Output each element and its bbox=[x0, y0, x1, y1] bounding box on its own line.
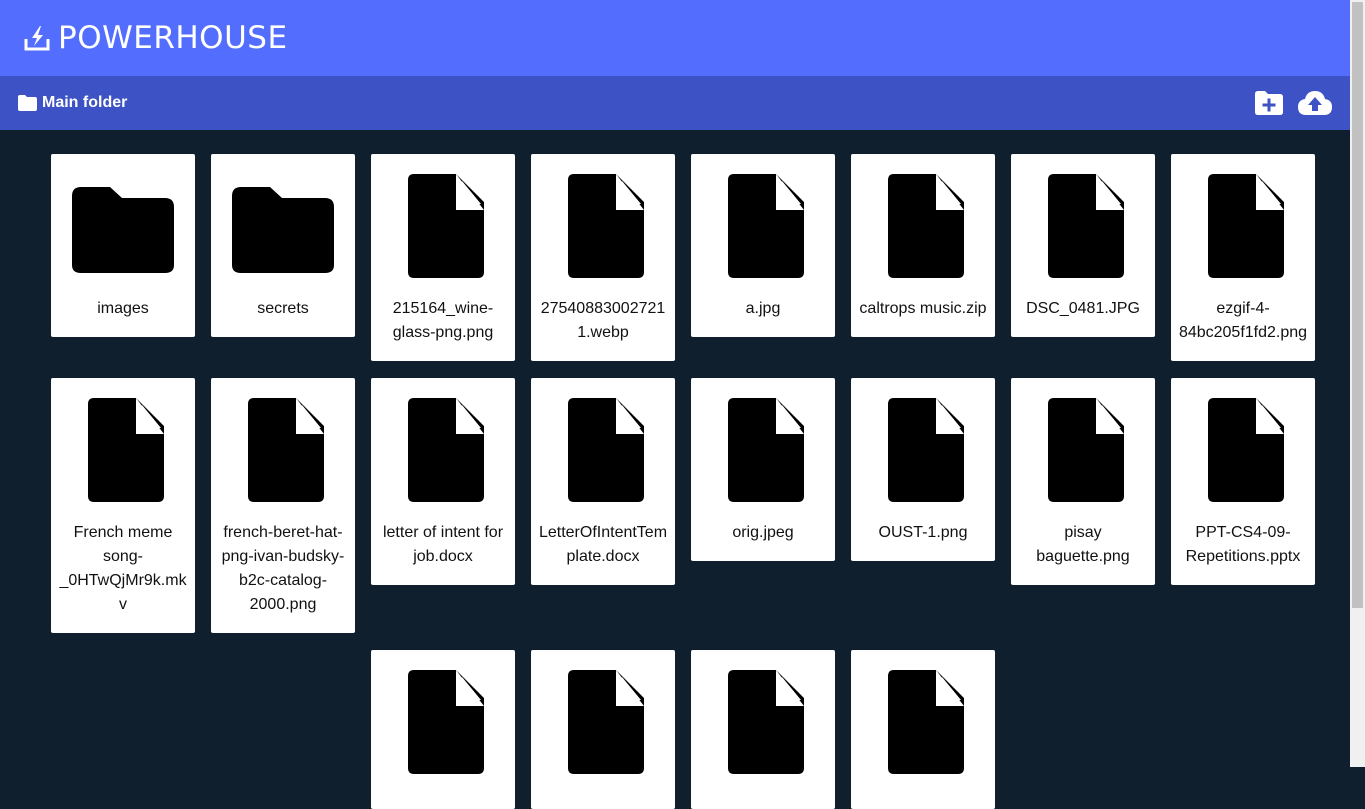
file-icon bbox=[568, 670, 644, 774]
path-bar: Main folder bbox=[0, 76, 1350, 130]
file-card[interactable]: French meme song-_0HTwQjMr9k.mkv bbox=[51, 378, 195, 633]
app-brand-name: POWERHOUSE bbox=[58, 19, 288, 56]
file-name: french-beret-hat-png-ivan-budsky-b2c-cat… bbox=[221, 524, 345, 613]
file-icon bbox=[888, 670, 964, 774]
file-icon bbox=[88, 398, 164, 502]
file-manager-app: POWERHOUSE Main folder images secrets 21… bbox=[0, 0, 1350, 809]
file-name: OUST-1.png bbox=[878, 524, 968, 541]
file-card[interactable]: PPT-CS4-09-Repetitions.pptx bbox=[1171, 378, 1315, 585]
file-card[interactable]: 215164_wine-glass-png.png bbox=[371, 154, 515, 361]
file-card[interactable]: letter of intent for job.docx bbox=[371, 378, 515, 585]
folder-actions bbox=[1255, 90, 1332, 116]
file-icon bbox=[728, 174, 804, 278]
file-name: pisay baguette.png bbox=[1036, 524, 1130, 565]
file-icon bbox=[408, 670, 484, 774]
file-name: orig.jpeg bbox=[732, 524, 794, 541]
folder-card[interactable]: images bbox=[51, 154, 195, 337]
file-card[interactable]: ezgif-4-84bc205f1fd2.png bbox=[1171, 154, 1315, 361]
file-icon bbox=[248, 398, 324, 502]
current-folder-label: Main folder bbox=[42, 94, 128, 111]
file-grid: images secrets 215164_wine-glass-png.png… bbox=[43, 154, 1323, 809]
file-card[interactable] bbox=[851, 650, 995, 809]
file-icon bbox=[1208, 398, 1284, 502]
file-name: a.jpg bbox=[745, 300, 781, 317]
file-card[interactable]: 275408830027211.webp bbox=[531, 154, 675, 361]
file-name: caltrops music.zip bbox=[859, 300, 987, 317]
folder-name: secrets bbox=[257, 300, 309, 317]
lightning-download-icon bbox=[24, 26, 50, 51]
file-name: ezgif-4-84bc205f1fd2.png bbox=[1178, 300, 1308, 341]
folder-plus-icon[interactable] bbox=[1255, 91, 1283, 115]
file-icon bbox=[568, 398, 644, 502]
file-card[interactable] bbox=[691, 650, 835, 809]
folder-icon bbox=[18, 95, 37, 111]
file-name: PPT-CS4-09-Repetitions.pptx bbox=[1185, 524, 1301, 565]
file-name: DSC_0481.JPG bbox=[1026, 300, 1140, 317]
file-icon bbox=[888, 398, 964, 502]
file-name: LetterOfIntentTemplate.docx bbox=[538, 524, 668, 565]
file-name: 215164_wine-glass-png.png bbox=[392, 300, 494, 341]
file-card[interactable] bbox=[531, 650, 675, 809]
file-icon bbox=[568, 174, 644, 278]
scrollbar-thumb[interactable] bbox=[1352, 2, 1363, 608]
cloud-upload-icon[interactable] bbox=[1298, 90, 1332, 116]
file-name: French meme song-_0HTwQjMr9k.mkv bbox=[59, 524, 187, 613]
file-icon bbox=[1048, 398, 1124, 502]
file-icon bbox=[1048, 174, 1124, 278]
file-name: 275408830027211.webp bbox=[540, 300, 666, 341]
file-icon bbox=[1208, 174, 1284, 278]
folder-card[interactable]: secrets bbox=[211, 154, 355, 337]
file-icon bbox=[408, 174, 484, 278]
file-card[interactable]: pisay baguette.png bbox=[1011, 378, 1155, 585]
file-card[interactable]: french-beret-hat-png-ivan-budsky-b2c-cat… bbox=[211, 378, 355, 633]
folder-icon bbox=[232, 187, 334, 273]
file-card[interactable]: caltrops music.zip bbox=[851, 154, 995, 337]
brand-bar: POWERHOUSE bbox=[0, 0, 1350, 76]
file-card[interactable]: orig.jpeg bbox=[691, 378, 835, 561]
file-icon bbox=[408, 398, 484, 502]
breadcrumb[interactable]: Main folder bbox=[18, 94, 127, 112]
file-icon bbox=[888, 174, 964, 278]
file-card[interactable]: a.jpg bbox=[691, 154, 835, 337]
app-logo[interactable]: POWERHOUSE bbox=[24, 19, 288, 56]
file-card[interactable]: DSC_0481.JPG bbox=[1011, 154, 1155, 337]
file-card[interactable] bbox=[371, 650, 515, 809]
file-icon bbox=[728, 398, 804, 502]
folder-icon bbox=[72, 187, 174, 273]
file-card[interactable]: OUST-1.png bbox=[851, 378, 995, 561]
file-icon bbox=[728, 670, 804, 774]
file-card[interactable]: LetterOfIntentTemplate.docx bbox=[531, 378, 675, 585]
file-name: letter of intent for job.docx bbox=[382, 524, 504, 565]
vertical-scrollbar[interactable] bbox=[1350, 0, 1365, 767]
folder-name: images bbox=[97, 300, 149, 317]
